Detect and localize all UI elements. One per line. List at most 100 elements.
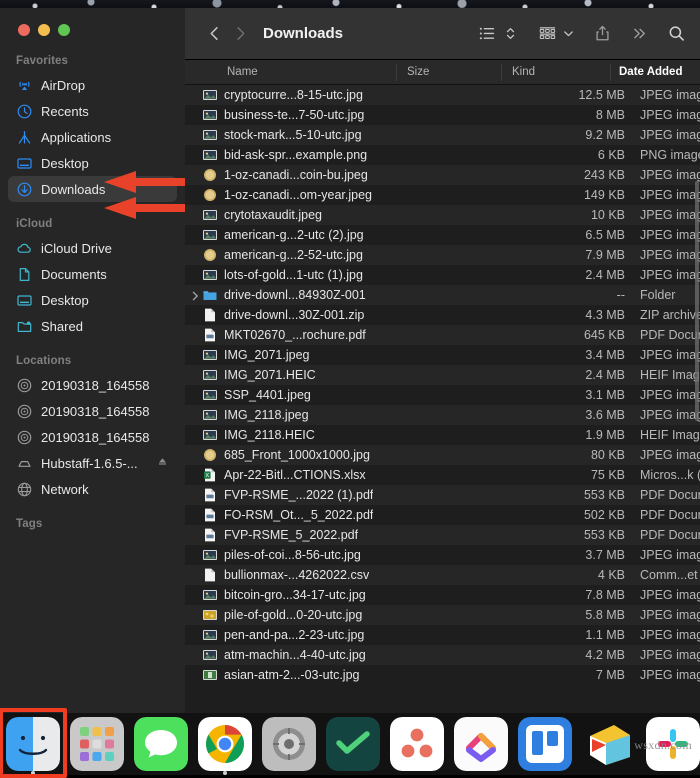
table-row[interactable]: piles-of-coi...8-56-utc.jpg 3.7 MB JPEG im… [185, 545, 700, 565]
file-name-cell[interactable]: lots-of-gold...1-utc (1).jpg [203, 268, 363, 282]
table-row[interactable]: business-te...7-50-utc.jpg 8 MB JPEG image… [185, 105, 700, 125]
sidebar-item-desktop[interactable]: Desktop [8, 150, 177, 176]
file-name-cell[interactable]: drive-downl...84930Z-001 [203, 288, 366, 302]
file-name-cell[interactable]: FO-RSM_Ot..._5_2022.pdf [203, 508, 373, 522]
table-row[interactable]: FVP-RSME_...2022 (1).pdf 553 KB PDF Docume… [185, 485, 700, 505]
table-row[interactable]: stock-mark...5-10-utc.jpg 9.2 MB JPEG imag… [185, 125, 700, 145]
file-name-cell[interactable]: 1-oz-canadi...om-year.jpeg [203, 188, 372, 202]
system-prefs-icon[interactable] [262, 717, 316, 771]
file-name-cell[interactable]: stock-mark...5-10-utc.jpg [203, 128, 362, 142]
sidebar-item-hubstaff-volume[interactable]: Hubstaff-1.6.5-... [8, 450, 177, 476]
file-name-cell[interactable]: 1-oz-canadi...coin-bu.jpeg [203, 168, 368, 182]
table-row[interactable]: crytotaxaudit.jpeg10 KBJPEG imageMay 9, … [185, 205, 700, 225]
table-row[interactable]: lots-of-gold...1-utc (1).jpg 2.4 MB JPEG i… [185, 265, 700, 285]
table-row[interactable]: SSP_4401.jpeg3.1 MBJPEG imageMay 6, 2022 [185, 385, 700, 405]
file-name-cell[interactable]: IMG_2118.HEIC [203, 428, 315, 442]
column-header-name[interactable]: Name [227, 66, 258, 78]
table-row[interactable]: bitcoin-gro...34-17-utc.jpg 7.8 MB JPEG im… [185, 585, 700, 605]
file-name-cell[interactable]: bitcoin-gro...34-17-utc.jpg [203, 588, 366, 602]
table-row[interactable]: drive-downl...84930Z-001--FolderMay 6, 2… [185, 285, 700, 305]
table-row[interactable]: bid-ask-spr...example.png6 KBPNG imageMa… [185, 145, 700, 165]
table-row[interactable]: MKT02670_...rochure.pdf 645 KB PDF Documen… [185, 325, 700, 345]
back-button[interactable] [201, 21, 227, 47]
file-name-cell[interactable]: IMG_2071.HEIC [203, 368, 316, 382]
file-name-cell[interactable]: drive-downl...30Z-001.zip [203, 308, 364, 322]
messages-icon[interactable] [134, 717, 188, 771]
dock-item-messages[interactable] [134, 717, 188, 771]
file-name-cell[interactable]: bullionmax-...4262022.csv [203, 568, 369, 582]
file-name-cell[interactable]: 685_Front_1000x1000.jpg [203, 448, 370, 462]
table-row[interactable]: IMG_2118.HEIC1.9 MBHEIF ImageMay 6, 2022 [185, 425, 700, 445]
wrike-icon[interactable] [326, 717, 380, 771]
dock-item-launchpad[interactable] [70, 717, 124, 771]
file-name-cell[interactable]: american-g...2-utc (2).jpg [203, 228, 364, 242]
sort-updown-button[interactable] [502, 21, 519, 47]
sidebar-item-network[interactable]: Network [8, 476, 177, 502]
file-name-cell[interactable]: american-g...2-52-utc.jpg [203, 248, 363, 262]
disclosure-triangle-icon[interactable] [191, 290, 200, 301]
column-header-date-added[interactable]: Date Added [619, 66, 682, 78]
file-name-cell[interactable]: IMG_2118.jpeg [203, 408, 309, 422]
table-row[interactable]: american-g...2-52-utc.jpg 7.9 MB JPEG imag… [185, 245, 700, 265]
dock-item-clickup[interactable] [454, 717, 508, 771]
table-row[interactable]: 685_Front_1000x1000.jpg80 KBJPEG imageMa… [185, 445, 700, 465]
sidebar-item-documents[interactable]: Documents [8, 261, 177, 287]
table-row[interactable]: IMG_2071.HEIC2.4 MBHEIF ImageMay 6, 2022 [185, 365, 700, 385]
file-name-cell[interactable]: crytotaxaudit.jpeg [203, 208, 322, 222]
file-name-cell[interactable]: piles-of-coi...8-56-utc.jpg [203, 548, 361, 562]
table-row[interactable]: 1-oz-canadi...om-year.jpeg 149 KB JPEG ima… [185, 185, 700, 205]
sidebar-item-disk-1[interactable]: 20190318_164558 [8, 372, 177, 398]
trello-icon[interactable] [518, 717, 572, 771]
file-name-cell[interactable]: atm-machin...4-40-utc.jpg [203, 648, 366, 662]
sidebar-item-icloud-drive[interactable]: iCloud Drive [8, 235, 177, 261]
dock-item-google-chrome[interactable] [198, 717, 252, 775]
launchpad-icon[interactable] [70, 717, 124, 771]
search-button[interactable] [667, 21, 686, 47]
dock-item-asana[interactable] [390, 717, 444, 771]
column-header-kind[interactable]: Kind [512, 66, 535, 78]
dock-item-wrike[interactable] [326, 717, 380, 771]
dock-item-prezi[interactable] [582, 717, 636, 771]
asana-icon[interactable] [390, 717, 444, 771]
table-row[interactable]: FVP-RSME_5_2022.pdf553 KBPDF DocumentMay… [185, 525, 700, 545]
sidebar-item-downloads[interactable]: Downloads [8, 176, 177, 202]
prezi-icon[interactable] [582, 717, 636, 771]
file-name-cell[interactable]: SSP_4401.jpeg [203, 388, 311, 402]
sidebar-item-recents[interactable]: Recents [8, 98, 177, 124]
file-name-cell[interactable]: MKT02670_...rochure.pdf [203, 328, 366, 342]
table-row[interactable]: FO-RSM_Ot..._5_2022.pdf 502 KB PDF Documen… [185, 505, 700, 525]
file-name-cell[interactable]: cryptocurre...8-15-utc.jpg [203, 88, 363, 102]
sidebar-item-disk-2[interactable]: 20190318_164558 [8, 398, 177, 424]
group-by-button[interactable] [537, 21, 558, 47]
table-row[interactable]: drive-downl...30Z-001.zip 4.3 MB ZIP archi… [185, 305, 700, 325]
table-row[interactable]: pile-of-gold...0-20-utc.jpg 5.8 MB JPEG im… [185, 605, 700, 625]
vertical-scrollbar[interactable] [695, 181, 699, 421]
chevron-down-icon[interactable] [562, 21, 575, 47]
finder-icon[interactable] [6, 717, 60, 771]
file-name-cell[interactable]: IMG_2071.jpeg [203, 348, 309, 362]
forward-button[interactable] [227, 21, 253, 47]
sidebar-item-applications[interactable]: Applications [8, 124, 177, 150]
eject-icon[interactable] [156, 455, 173, 472]
file-name-cell[interactable]: FVP-RSME_5_2022.pdf [203, 528, 358, 542]
dock-item-trello[interactable] [518, 717, 572, 771]
share-button[interactable] [593, 21, 612, 47]
table-row[interactable]: 1-oz-canadi...coin-bu.jpeg 243 KB JPEG ima… [185, 165, 700, 185]
minimize-button[interactable] [38, 24, 50, 36]
zoom-button[interactable] [58, 24, 70, 36]
dock-item-finder[interactable] [0, 708, 67, 778]
file-name-cell[interactable]: asian-atm-2...-03-utc.jpg [203, 668, 359, 682]
file-name-cell[interactable]: bid-ask-spr...example.png [203, 148, 367, 162]
sidebar-item-desktop-icloud[interactable]: Desktop [8, 287, 177, 313]
file-name-cell[interactable]: pen-and-pa...2-23-utc.jpg [203, 628, 364, 642]
view-list-button[interactable] [478, 21, 497, 47]
file-list[interactable]: cryptocurre...8-15-utc.jpg 12.5 MB JPEG im… [185, 85, 700, 713]
file-name-cell[interactable]: pile-of-gold...0-20-utc.jpg [203, 608, 362, 622]
table-row[interactable]: cryptocurre...8-15-utc.jpg 12.5 MB JPEG im… [185, 85, 700, 105]
chrome-icon[interactable] [198, 717, 252, 771]
table-row[interactable]: IMG_2118.jpeg3.6 MBJPEG imageMay 6, 2022 [185, 405, 700, 425]
table-row[interactable]: pen-and-pa...2-23-utc.jpg 1.1 MB JPEG imag… [185, 625, 700, 645]
table-row[interactable]: X Apr-22-Bitl...CTIONS.xlsx 75 KB Micros...… [185, 465, 700, 485]
table-row[interactable]: atm-machin...4-40-utc.jpg 4.2 MB JPEG imag… [185, 645, 700, 665]
sidebar-item-shared[interactable]: Shared [8, 313, 177, 339]
